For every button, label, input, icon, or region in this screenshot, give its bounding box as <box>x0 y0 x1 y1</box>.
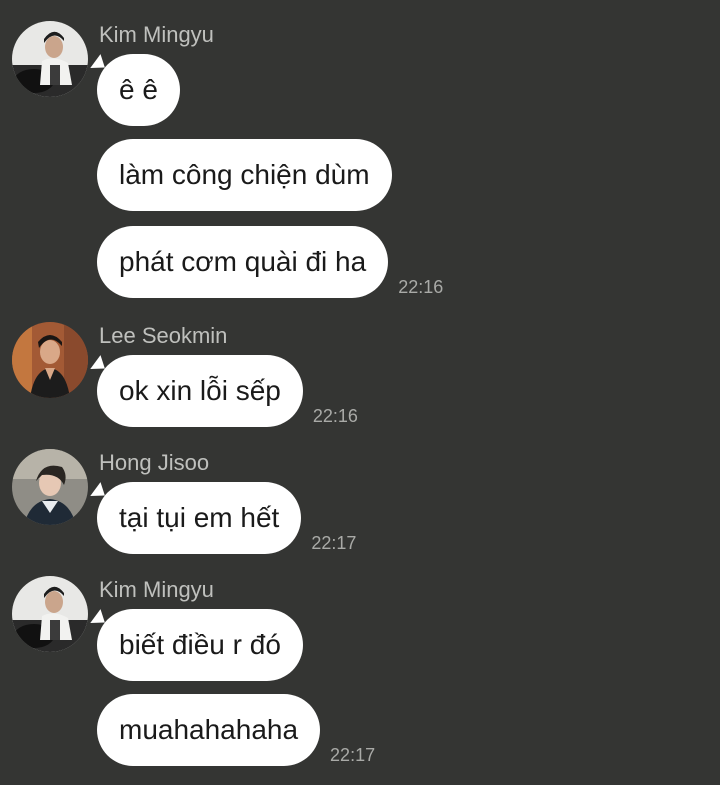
sender-name: Kim Mingyu <box>99 577 214 602</box>
kim-mingyu-avatar[interactable] <box>12 21 88 97</box>
message-row: ê ê <box>97 54 180 126</box>
message-bubble[interactable]: phát cơm quài đi ha <box>97 226 389 298</box>
message-row: làm công chiện dùm <box>97 139 392 211</box>
lee-seokmin-avatar[interactable] <box>12 322 88 398</box>
message-bubble[interactable]: ê ê <box>97 54 180 126</box>
message-timestamp: 22:16 <box>398 277 444 297</box>
message-bubble[interactable]: ok xin lỗi sếp <box>97 355 303 427</box>
hong-jisoo-avatar[interactable] <box>12 449 88 525</box>
message-bubble[interactable]: biết điều r đó <box>97 609 303 681</box>
message-row: biết điều r đó <box>97 609 303 681</box>
sender-name: Lee Seokmin <box>99 323 228 348</box>
message-row: muahahahaha 22:17 <box>97 694 375 766</box>
message-timestamp: 22:17 <box>330 745 376 765</box>
sender-name: Hong Jisoo <box>99 450 210 475</box>
kim-mingyu-avatar[interactable] <box>12 576 88 652</box>
message-row: ok xin lỗi sếp 22:16 <box>97 355 358 427</box>
sender-name: Kim Mingyu <box>99 22 214 47</box>
message-timestamp: 22:16 <box>312 406 358 426</box>
message-row: phát cơm quài đi ha 22:16 <box>97 226 443 298</box>
message-bubble[interactable]: làm công chiện dùm <box>97 139 392 211</box>
message-bubble[interactable]: muahahahaha <box>97 694 321 766</box>
message-row: tại tụi em hết 22:17 <box>97 482 356 554</box>
message-timestamp: 22:17 <box>311 533 357 553</box>
message-bubble[interactable]: tại tụi em hết <box>97 482 302 554</box>
